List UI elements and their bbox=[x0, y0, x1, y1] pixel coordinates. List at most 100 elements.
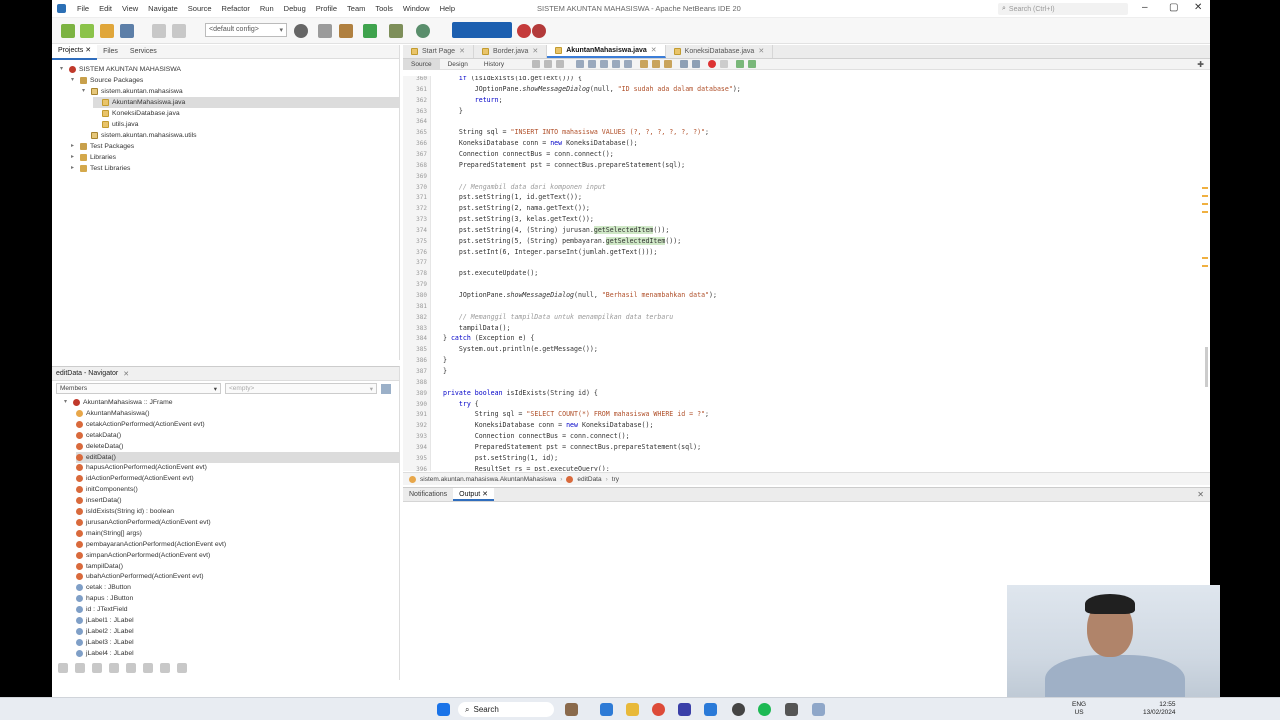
find-next-icon[interactable] bbox=[600, 60, 609, 68]
scroll-thumb[interactable] bbox=[1205, 347, 1208, 387]
code-line[interactable]: 395 pst.setString(1, id); bbox=[403, 453, 1193, 464]
close-icon[interactable]: ✕ bbox=[1197, 488, 1204, 501]
shift-left-icon[interactable] bbox=[680, 60, 689, 68]
show-static-icon[interactable] bbox=[75, 663, 85, 673]
project-tree-item[interactable]: utils.java bbox=[93, 119, 138, 130]
spotify-icon[interactable] bbox=[758, 703, 771, 716]
navigator-item[interactable]: id : JTextField bbox=[76, 604, 128, 615]
breadcrumb-class[interactable]: sistem.akuntan.mahasiswa.AkuntanMahasisw… bbox=[420, 476, 556, 483]
editor-tab-koneksidatabase-java[interactable]: KoneksiDatabase.java ✕ bbox=[666, 45, 774, 58]
run-icon[interactable] bbox=[363, 24, 377, 38]
config-select[interactable]: <default config> ▾ bbox=[205, 23, 287, 37]
vscode-icon[interactable] bbox=[704, 703, 717, 716]
expand-icon[interactable]: ▸ bbox=[71, 163, 77, 174]
breadcrumb-block[interactable]: try bbox=[612, 476, 619, 483]
navigator-item[interactable]: insertData() bbox=[76, 495, 122, 506]
code-line[interactable]: 362 return; bbox=[403, 95, 1193, 106]
code-line[interactable]: 378 pst.executeUpdate(); bbox=[403, 268, 1193, 279]
close-icon[interactable]: ✕ bbox=[123, 370, 129, 378]
comment-icon[interactable] bbox=[736, 60, 745, 68]
show-nonpublic-icon[interactable] bbox=[92, 663, 102, 673]
project-tree-item[interactable]: ▾ sistem.akuntan.mahasiswa bbox=[82, 86, 183, 97]
code-line[interactable]: 396 ResultSet rs = pst.executeQuery(); bbox=[403, 464, 1193, 471]
expand-icon[interactable]: ▸ bbox=[71, 141, 77, 152]
history-view-button[interactable]: History bbox=[476, 59, 512, 70]
prev-bookmark-icon[interactable] bbox=[640, 60, 649, 68]
expand-icon[interactable]: ▸ bbox=[71, 152, 77, 163]
code-line[interactable]: 372 pst.setString(2, nama.getText()); bbox=[403, 203, 1193, 214]
tab-services[interactable]: Services bbox=[124, 45, 163, 59]
navigator-item[interactable]: deleteData() bbox=[76, 441, 123, 452]
members-select[interactable]: Members ▾ bbox=[56, 383, 221, 394]
navigator-item[interactable]: tampilData() bbox=[76, 561, 123, 572]
design-view-button[interactable]: Design bbox=[440, 59, 476, 70]
code-line[interactable]: 391 String sql = "SELECT COUNT(*) FROM m… bbox=[403, 409, 1193, 420]
navigator-item[interactable]: ubahActionPerformed(ActionEvent evt) bbox=[76, 571, 204, 582]
menu-profile[interactable]: Profile bbox=[311, 4, 342, 14]
close-window-icon[interactable]: ✕ bbox=[1194, 2, 1202, 14]
code-line[interactable]: 394 PreparedStatement pst = connectBus.p… bbox=[403, 442, 1193, 453]
project-tree-item[interactable]: ▾ Source Packages bbox=[71, 75, 143, 86]
task-view-icon[interactable] bbox=[565, 703, 578, 716]
new-project-icon[interactable] bbox=[80, 24, 94, 38]
empty-select[interactable]: <empty> ▾ bbox=[225, 383, 377, 394]
menu-debug[interactable]: Debug bbox=[279, 4, 311, 14]
language-indicator[interactable]: ENG US bbox=[1072, 701, 1086, 717]
code-editor[interactable]: 360 if (isIdExists(id.getText())) {361 J… bbox=[403, 76, 1210, 471]
tab-projects[interactable]: Projects ✕ bbox=[52, 43, 98, 60]
close-icon[interactable]: ✕ bbox=[459, 45, 465, 59]
menu-navigate[interactable]: Navigate bbox=[143, 4, 183, 14]
record-macro-icon[interactable] bbox=[708, 60, 717, 68]
code-line[interactable]: 387} bbox=[403, 366, 1193, 377]
navigator-item[interactable]: isIdExists(String id) : boolean bbox=[76, 506, 174, 517]
navigator-item[interactable]: AkuntanMahasiswa() bbox=[76, 408, 149, 419]
code-line[interactable]: 381 bbox=[403, 301, 1193, 312]
navigator-item[interactable]: ▾ AkuntanMahasiswa :: JFrame bbox=[64, 397, 173, 408]
menu-help[interactable]: Help bbox=[435, 4, 460, 14]
sort-name-icon[interactable] bbox=[126, 663, 136, 673]
navigator-item[interactable]: idActionPerformed(ActionEvent evt) bbox=[76, 473, 194, 484]
code-line[interactable]: 366 KoneksiDatabase conn = new KoneksiDa… bbox=[403, 138, 1193, 149]
save-all-icon[interactable] bbox=[120, 24, 134, 38]
global-search-input[interactable]: ⌕ Search (Ctrl+I) bbox=[998, 3, 1128, 15]
collapse-icon[interactable]: ▾ bbox=[64, 397, 70, 408]
find-icon[interactable] bbox=[576, 60, 585, 68]
menu-refactor[interactable]: Refactor bbox=[217, 4, 255, 14]
code-line[interactable]: 367 Connection connectBus = conn.connect… bbox=[403, 149, 1193, 160]
file-explorer-icon[interactable] bbox=[626, 703, 639, 716]
netbeans-taskbar-icon[interactable] bbox=[812, 703, 825, 716]
navigator-item[interactable]: cetak : JButton bbox=[76, 582, 131, 593]
start-icon[interactable] bbox=[437, 703, 450, 716]
breadcrumb-method[interactable]: editData bbox=[577, 476, 601, 483]
undo-icon[interactable] bbox=[152, 24, 166, 38]
navigator-item[interactable]: simpanActionPerformed(ActionEvent evt) bbox=[76, 550, 210, 561]
navigator-item[interactable]: initComponents() bbox=[76, 484, 138, 495]
code-line[interactable]: 371 pst.setString(1, id.getText()); bbox=[403, 192, 1193, 203]
code-line[interactable]: 377 bbox=[403, 257, 1193, 268]
github-icon[interactable] bbox=[732, 703, 745, 716]
code-line[interactable]: 376 pst.setInt(6, Integer.parseInt(jumla… bbox=[403, 247, 1193, 258]
code-line[interactable]: 385 System.out.println(e.getMessage()); bbox=[403, 344, 1193, 355]
code-line[interactable]: 361 JOptionPane.showMessageDialog(null, … bbox=[403, 84, 1193, 95]
back-icon[interactable] bbox=[532, 60, 541, 68]
open-project-icon[interactable] bbox=[100, 24, 114, 38]
editor-tab-akuntanmahasiswa-java[interactable]: AkuntanMahasiswa.java ✕ bbox=[547, 45, 666, 58]
navigator-item[interactable]: jLabel3 : JLabel bbox=[76, 637, 134, 648]
collapse-icon[interactable]: ▾ bbox=[71, 75, 77, 86]
navigator-item[interactable]: cetakData() bbox=[76, 430, 121, 441]
menu-window[interactable]: Window bbox=[398, 4, 435, 14]
code-line[interactable]: 384} catch (Exception e) { bbox=[403, 333, 1193, 344]
tab-files[interactable]: Files bbox=[97, 45, 124, 59]
navigator-item[interactable]: jurusanActionPerformed(ActionEvent evt) bbox=[76, 517, 211, 528]
project-tree-item[interactable]: AkuntanMahasiswa.java bbox=[93, 97, 400, 108]
navigator-item[interactable]: hapus : JButton bbox=[76, 593, 133, 604]
forward-icon[interactable] bbox=[544, 60, 553, 68]
code-line[interactable]: 363 } bbox=[403, 106, 1193, 117]
close-icon[interactable]: ✕ bbox=[85, 47, 91, 54]
toggle-bookmark-icon[interactable] bbox=[664, 60, 673, 68]
collapse-icon[interactable]: ▾ bbox=[82, 86, 88, 97]
toggle-highlight-icon[interactable] bbox=[612, 60, 621, 68]
menu-view[interactable]: View bbox=[117, 4, 143, 14]
build-hammer-icon[interactable] bbox=[318, 24, 332, 38]
close-icon[interactable]: ✕ bbox=[532, 45, 538, 59]
